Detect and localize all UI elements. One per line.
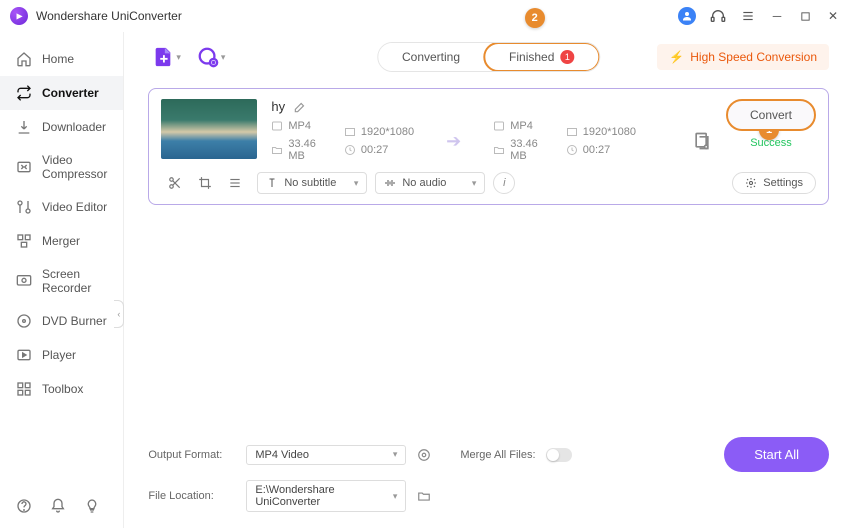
crop-icon[interactable] <box>197 175 213 191</box>
file-location-label: File Location: <box>148 490 236 502</box>
screenrec-icon <box>16 273 32 289</box>
headset-icon[interactable] <box>710 8 726 24</box>
folder-icon <box>493 144 505 156</box>
clock-icon <box>566 144 578 156</box>
sidebar-item-merger[interactable]: Merger <box>0 224 123 258</box>
file-name: hy <box>271 99 285 114</box>
menu-icon[interactable] <box>740 8 756 24</box>
converter-icon <box>16 85 32 101</box>
status-text: Success <box>750 137 792 149</box>
chevron-down-icon: ▾ <box>176 52 181 63</box>
merge-toggle[interactable] <box>546 448 572 462</box>
tab-converting[interactable]: Converting <box>378 43 484 71</box>
help-icon[interactable] <box>16 498 32 514</box>
sidebar-item-label: Downloader <box>42 120 106 134</box>
output-format-label: Output Format: <box>148 449 236 461</box>
merger-icon <box>16 233 32 249</box>
more-icon[interactable] <box>227 175 243 191</box>
dvd-icon <box>16 313 32 329</box>
collapse-sidebar-button[interactable]: ‹ <box>114 300 124 328</box>
sidebar-item-label: Video Compressor <box>42 153 107 181</box>
callout-badge-2: 2 <box>525 8 545 28</box>
toolbox-icon <box>16 381 32 397</box>
sidebar-item-toolbox[interactable]: Toolbox <box>0 372 123 406</box>
info-button[interactable]: i <box>493 172 515 194</box>
tab-finished[interactable]: Finished 1 <box>483 42 600 72</box>
add-url-icon <box>197 46 219 68</box>
high-speed-button[interactable]: ⚡ High Speed Conversion <box>657 44 829 70</box>
sidebar-item-label: Video Editor <box>42 200 107 214</box>
audio-icon <box>384 177 396 189</box>
clock-icon <box>344 144 356 156</box>
audio-select[interactable]: No audio ▾ <box>375 172 485 194</box>
chevron-down-icon: ▾ <box>393 449 398 460</box>
file-location-select[interactable]: E:\Wondershare UniConverter ▾ <box>246 480 406 512</box>
sidebar-item-screenrec[interactable]: Screen Recorder <box>0 258 123 304</box>
user-avatar-icon[interactable] <box>678 7 696 25</box>
edit-name-icon[interactable] <box>293 100 307 114</box>
video-thumbnail[interactable] <box>161 99 257 159</box>
compressor-icon <box>16 159 32 175</box>
add-file-icon <box>152 46 174 68</box>
sidebar-item-label: Toolbox <box>42 382 83 396</box>
sidebar-item-converter[interactable]: Converter <box>0 76 123 110</box>
sidebar-item-home[interactable]: Home <box>0 42 123 76</box>
bulb-icon[interactable] <box>84 498 100 514</box>
subtitle-select[interactable]: No subtitle ▾ <box>257 172 367 194</box>
sidebar-item-downloader[interactable]: Downloader <box>0 110 123 144</box>
film-icon <box>271 120 283 132</box>
chevron-down-icon: ▾ <box>393 491 398 502</box>
app-logo <box>10 7 28 25</box>
downloader-icon <box>16 119 32 135</box>
chevron-down-icon: ▾ <box>354 178 359 189</box>
sidebar-item-dvd[interactable]: DVD Burner <box>0 304 123 338</box>
home-icon <box>16 51 32 67</box>
sidebar-item-label: Player <box>42 348 76 362</box>
bolt-icon: ⚡ <box>669 50 684 64</box>
gear-icon <box>745 177 757 189</box>
maximize-button[interactable] <box>798 9 812 23</box>
sidebar-item-label: Screen Recorder <box>42 267 107 295</box>
app-title: Wondershare UniConverter <box>36 9 182 23</box>
film-icon <box>493 120 505 132</box>
format-settings-icon[interactable] <box>416 447 432 463</box>
resolution-icon <box>344 126 356 138</box>
player-icon <box>16 347 32 363</box>
media-card: hy MP4 33.46 MB 1920*1080 00:27 ➔ <box>148 88 829 205</box>
convert-button[interactable]: Convert <box>726 99 816 131</box>
tabs: Converting Finished 1 <box>377 42 600 72</box>
minimize-button[interactable]: ─ <box>770 9 784 23</box>
sidebar-item-editor[interactable]: Video Editor <box>0 190 123 224</box>
copy-settings-icon[interactable] <box>692 131 712 151</box>
sidebar-item-label: Converter <box>42 86 99 100</box>
subtitle-icon <box>266 177 278 189</box>
resolution-icon <box>566 126 578 138</box>
editor-icon <box>16 199 32 215</box>
sidebar-item-player[interactable]: Player <box>0 338 123 372</box>
bell-icon[interactable] <box>50 498 66 514</box>
folder-icon <box>271 144 283 156</box>
arrow-right-icon: ➔ <box>442 131 465 152</box>
sidebar-item-compressor[interactable]: Video Compressor <box>0 144 123 190</box>
sidebar-item-label: Merger <box>42 234 80 248</box>
start-all-button[interactable]: Start All <box>724 437 829 472</box>
sidebar: Home Converter Downloader Video Compress… <box>0 32 124 528</box>
finished-count-badge: 1 <box>560 50 574 64</box>
settings-button[interactable]: Settings <box>732 172 816 194</box>
sidebar-item-label: DVD Burner <box>42 314 107 328</box>
chevron-down-icon: ▾ <box>472 178 477 189</box>
add-file-button[interactable]: ▾ <box>148 42 185 72</box>
merge-label: Merge All Files: <box>460 449 535 461</box>
add-url-button[interactable]: ▾ <box>193 42 230 72</box>
open-folder-icon[interactable] <box>416 488 432 504</box>
output-format-select[interactable]: MP4 Video ▾ <box>246 445 406 465</box>
close-button[interactable]: ✕ <box>826 9 840 23</box>
chevron-down-icon: ▾ <box>221 52 226 63</box>
sidebar-item-label: Home <box>42 52 74 66</box>
trim-icon[interactable] <box>167 175 183 191</box>
